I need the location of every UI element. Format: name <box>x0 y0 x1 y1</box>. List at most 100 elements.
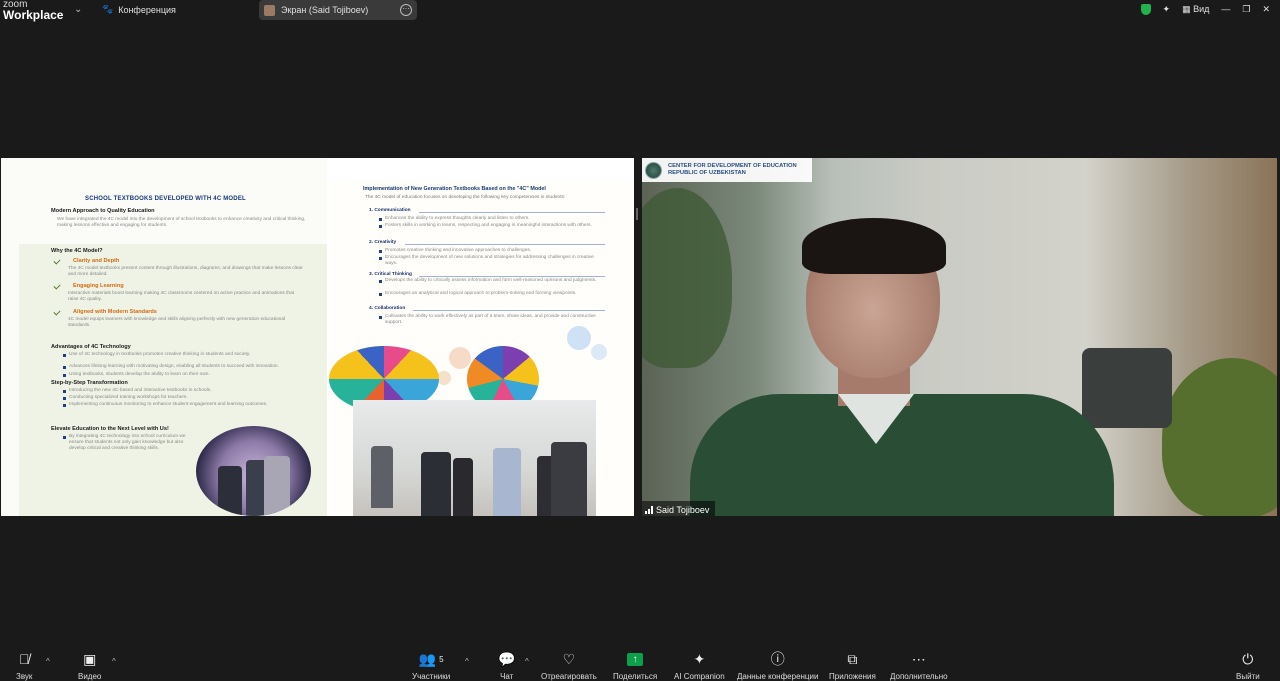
photo-person <box>421 452 451 516</box>
info-label: Данные конференции <box>737 672 819 681</box>
person-hair <box>802 218 946 274</box>
view-button[interactable]: ▦ Вид <box>1182 4 1209 15</box>
item-text-2: Interactive materials boost learning mak… <box>68 291 295 302</box>
photo-person <box>371 446 393 508</box>
bullet <box>63 436 66 439</box>
meeting-info-toolbar-button[interactable]: ⓘ Данные конференции <box>737 650 818 681</box>
bullet <box>63 390 66 393</box>
bullet <box>379 280 382 283</box>
panel-resize-handle[interactable] <box>636 208 638 220</box>
intro-text: We have integrated the 4C model into the… <box>57 217 306 228</box>
section-3-bullet-1: Develops the ability to critically asses… <box>385 278 597 283</box>
bullet <box>63 366 66 369</box>
microphone-muted-icon: 🎙̸ <box>18 651 30 667</box>
event-photo <box>353 400 596 516</box>
share-label-toolbar: Поделиться <box>613 672 658 681</box>
section-1-bullet-2: Fosters skills in working in teams, resp… <box>385 223 592 228</box>
photo-person <box>551 442 587 516</box>
bullet <box>63 374 66 377</box>
item-text-1: The 4C model textbooks present content t… <box>68 266 303 277</box>
elevate-text: By integrating 4C technology into school… <box>69 434 186 451</box>
participants-options-caret[interactable]: ^ <box>465 657 469 666</box>
chat-icon: 💬 <box>498 650 516 667</box>
participant-video-tile[interactable]: CENTER FOR DEVELOPMENT OF EDUCATION REPU… <box>642 158 1277 516</box>
participant-name: Said Tojiboev <box>656 504 710 515</box>
video-button[interactable]: ▣ Видео <box>78 650 101 681</box>
leave-label: Выйти <box>1236 672 1260 681</box>
apps-icon: ⧉ <box>847 650 858 667</box>
photo-person <box>453 458 473 516</box>
bullet <box>63 397 66 400</box>
heart-icon: ♡ <box>562 650 576 667</box>
meeting-info-button[interactable]: 🐾 Конференция <box>102 4 176 15</box>
view-label: Вид <box>1193 3 1210 14</box>
chat-options-caret[interactable]: ^ <box>525 657 529 666</box>
advantage-1: Use of 4C technology in textbooks promot… <box>69 352 251 357</box>
right-title: Implementation of New Generation Textboo… <box>363 186 546 192</box>
apps-button[interactable]: ⧉ Приложения <box>829 650 876 681</box>
section-rule <box>419 276 605 277</box>
bullet <box>379 316 382 319</box>
item-title-3: Aligned with Modern Standards <box>73 309 157 315</box>
step-1: Introducing the new 4C-based and interac… <box>69 388 212 393</box>
sparkle-icon[interactable]: ✦ <box>1163 4 1171 15</box>
close-icon[interactable]: ✕ <box>1262 4 1270 15</box>
react-button[interactable]: ♡ Отреагировать <box>541 650 597 681</box>
audio-options-caret[interactable]: ^ <box>46 657 50 666</box>
bullet <box>63 404 66 407</box>
decor-bubble <box>437 371 451 385</box>
photo-person <box>493 448 521 516</box>
share-screen-button[interactable]: ↑ Поделиться <box>613 650 657 681</box>
steps-heading: Step-by-Step Transformation <box>51 380 128 386</box>
more-options-icon[interactable]: ··· <box>400 4 412 16</box>
meeting-stage: SCHOOL TEXTBOOKS DEVELOPED WITH 4C MODEL… <box>0 22 1280 646</box>
leave-icon: ⏻ <box>1242 650 1254 667</box>
emblem-icon <box>645 161 662 179</box>
participant-name-label: Said Tojiboev <box>642 501 716 516</box>
restore-icon[interactable]: ❐ <box>1242 4 1250 15</box>
video-options-caret[interactable]: ^ <box>112 657 116 666</box>
slide-left-page: SCHOOL TEXTBOOKS DEVELOPED WITH 4C MODEL… <box>1 158 327 516</box>
person-body <box>690 394 1114 516</box>
chat-label: Чат <box>500 672 514 681</box>
audio-button[interactable]: 🎙̸ Звук <box>16 650 32 681</box>
section-2-bullet-1: Promotes creative thinking and innovativ… <box>385 248 532 253</box>
slide-title: SCHOOL TEXTBOOKS DEVELOPED WITH 4C MODEL <box>85 196 246 202</box>
decor-bubble <box>567 326 591 350</box>
participants-button[interactable]: 👥 5 Участники <box>412 650 450 681</box>
plant-right <box>1162 358 1277 516</box>
grid-icon: ▦ <box>1182 3 1194 14</box>
more-button[interactable]: ⋯ Дополнительно <box>890 650 948 681</box>
share-screen-icon: ↑ <box>627 650 644 668</box>
window-controls: ✦ ▦ Вид — ❐ ✕ <box>1140 0 1280 18</box>
chair-background <box>1082 348 1172 428</box>
step-2: Conducting specialized training workshop… <box>69 395 188 400</box>
org-line1: CENTER FOR DEVELOPMENT OF EDUCATION <box>668 163 797 169</box>
screen-share-pill[interactable]: Экран (Said Tojiboev) ··· <box>259 0 417 20</box>
more-icon: ⋯ <box>911 650 926 667</box>
ai-label: AI Companion <box>674 672 725 681</box>
intro-heading: Modern Approach to Quality Education <box>51 208 155 214</box>
plant-left <box>642 188 732 368</box>
apps-label: Приложения <box>829 672 876 681</box>
camera-off-icon: ▣ <box>83 650 97 667</box>
organization-badge: CENTER FOR DEVELOPMENT OF EDUCATION REPU… <box>642 158 812 182</box>
photo-person <box>218 466 242 516</box>
minimize-icon[interactable]: — <box>1221 4 1230 14</box>
meeting-toolbar: 🎙̸ Звук ^ ▣ Видео ^ 👥 5 Участники ^ 💬 Чат… <box>0 646 1280 681</box>
participants-count: 5 <box>439 654 444 664</box>
chat-button[interactable]: 💬 Чат <box>498 650 515 681</box>
signal-strength-icon <box>645 505 653 514</box>
chevron-down-icon[interactable]: ⌄ <box>74 4 82 15</box>
more-label: Дополнительно <box>890 672 948 681</box>
bullet <box>379 257 382 260</box>
bullet <box>379 225 382 228</box>
photo-person <box>264 456 290 516</box>
elevate-heading: Elevate Education to the Next Level with… <box>51 426 169 432</box>
section-heading-4: 4. Collaboration <box>369 306 406 311</box>
bullet <box>379 293 382 296</box>
item-text-3: 4C model equips learners with knowledge … <box>68 317 286 328</box>
leave-button[interactable]: ⏻ Выйти <box>1236 650 1260 681</box>
encryption-shield-icon[interactable] <box>1140 3 1151 15</box>
ai-companion-button[interactable]: ✦ AI Companion <box>674 650 725 681</box>
